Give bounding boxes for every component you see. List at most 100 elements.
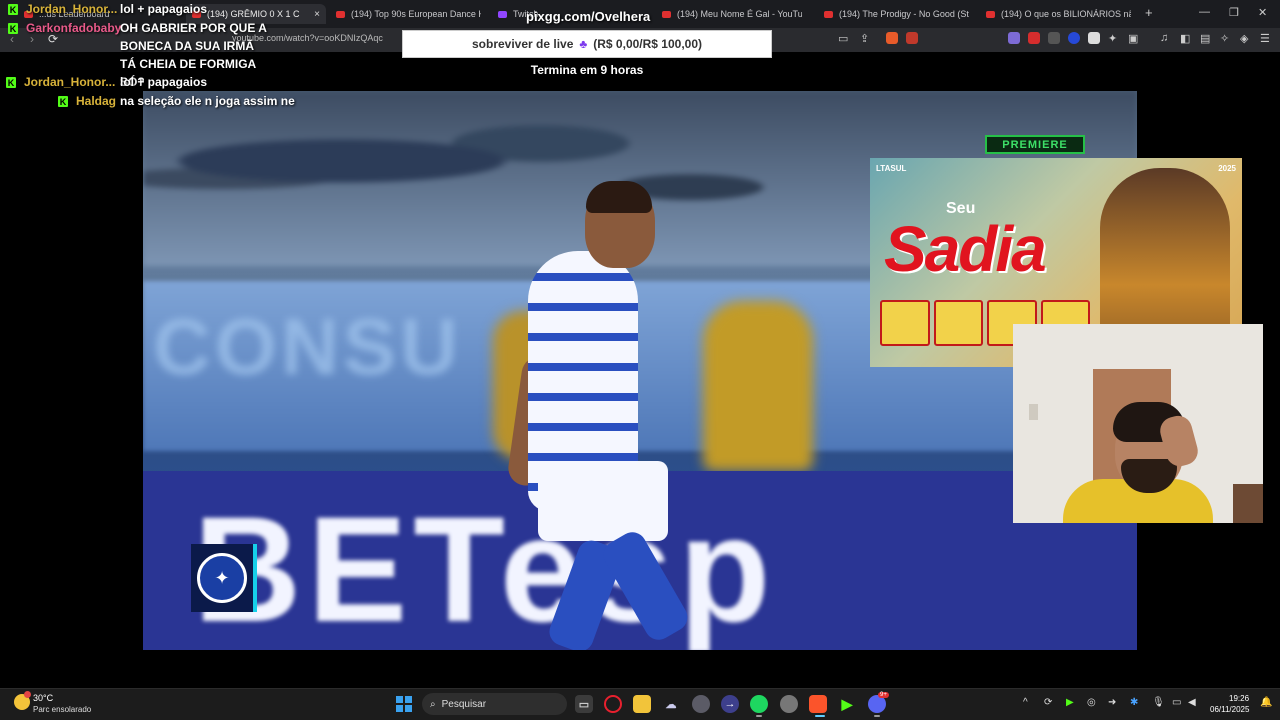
windows-start-icon[interactable] [396, 696, 412, 712]
chat-username: Garkonfadobaby [26, 21, 122, 35]
microphone-icon[interactable]: 🎙 [1152, 697, 1165, 708]
kick-icon[interactable]: ▶ [838, 695, 856, 713]
goal-ends-text: Termina em 9 horas [530, 63, 644, 77]
notification-dot [24, 691, 31, 698]
wallet-icon[interactable]: ▤ [1200, 32, 1210, 45]
weather-desc[interactable]: Parc ensolarado [33, 705, 91, 714]
donation-site: pixgg.com/Ovelhera [526, 9, 651, 24]
search-placeholder: Pesquisar [441, 698, 487, 710]
product-box [933, 300, 983, 346]
tray-app-icon[interactable]: ◎ [1087, 697, 1096, 708]
tab-label: (194) Top 90s European Dance Hits [351, 9, 481, 19]
app-icon[interactable] [692, 695, 710, 713]
extension-icon[interactable] [1048, 32, 1060, 44]
goal-label: sobreviver de live [472, 37, 574, 51]
flame-icon: ♣ [579, 37, 588, 51]
extensions-puzzle-icon[interactable]: ✦ [1108, 32, 1117, 45]
light-switch [1029, 404, 1038, 420]
desktop-screen: ...ds Leaderboard (194) GRÊMIO 0 X 1 CRU… [0, 0, 1280, 720]
ad-league: LTASUL [876, 164, 907, 173]
chat-message: na seleção ele n joga assim ne [120, 94, 295, 108]
chair [1233, 484, 1263, 523]
youtube-icon [662, 10, 671, 18]
tab-prodigy[interactable]: (194) The Prodigy - No Good (Start T [824, 4, 969, 24]
tab-label: (194) Meu Nome É Gal - YouTube [677, 9, 802, 19]
minimize-button[interactable]: — [1199, 6, 1210, 18]
opera-icon[interactable] [604, 695, 622, 713]
youtube-icon [336, 10, 345, 18]
tray-app-icon[interactable]: ➜ [1108, 697, 1116, 708]
brave-rewards-icon[interactable] [906, 32, 918, 44]
tab-bilionarios[interactable]: (194) O que os BILIONÁRIOS não te [986, 4, 1131, 24]
task-view-icon[interactable]: ▭ [575, 695, 593, 713]
leo-ai-icon[interactable]: ✧ [1220, 32, 1229, 45]
network-icon[interactable]: ▭ [1172, 697, 1181, 708]
weather-temp[interactable]: 30°C [33, 693, 53, 703]
new-tab-button[interactable]: + [1145, 5, 1153, 20]
app2-icon[interactable]: → [721, 695, 739, 713]
tab-label: (194) The Prodigy - No Good (Start T [839, 9, 969, 19]
bluetooth-icon[interactable]: ✱ [1130, 697, 1138, 708]
back-button[interactable]: ‹ [10, 32, 14, 46]
clock-date[interactable]: 06/11/2025 [1210, 705, 1249, 714]
chat-username: Haldag [76, 94, 117, 108]
youtube-icon [986, 10, 995, 18]
active-app-indicator [815, 715, 825, 717]
brave-shields-icon[interactable] [886, 32, 898, 44]
ad-board-text: CONSU [153, 302, 462, 391]
twitch-icon [498, 10, 507, 18]
webcam-feed [1013, 324, 1263, 523]
youtube-icon [824, 10, 833, 18]
taskbar-search[interactable]: ⌕ Pesquisar [422, 693, 567, 715]
restore-button[interactable]: ❐ [1229, 6, 1239, 19]
chat-message: lol + papagaios [120, 2, 208, 16]
app-indicator [756, 715, 762, 717]
app-indicator [874, 715, 880, 717]
steam-icon[interactable]: ☁ [662, 695, 680, 713]
chat-username: Jordan_Honor... [24, 75, 116, 89]
kick-tray-icon[interactable]: ▶ [1066, 697, 1074, 708]
screenshot-icon[interactable]: ▣ [1128, 32, 1138, 45]
share-icon[interactable]: ⇪ [860, 32, 869, 45]
tab-90s-dance[interactable]: (194) Top 90s European Dance Hits [336, 4, 481, 24]
brave-icon[interactable] [809, 695, 827, 713]
goal-amount: (R$ 0,00/R$ 100,00) [593, 37, 702, 51]
spotify-icon[interactable] [750, 695, 768, 713]
premiere-badge: PREMIERE [985, 135, 1085, 154]
search-icon: ⌕ [430, 698, 436, 710]
star-icon: ✦ [197, 553, 247, 603]
kick-badge-icon: K [8, 23, 18, 34]
close-window-button[interactable]: ✕ [1258, 6, 1267, 19]
kick-badge-icon: K [6, 77, 16, 88]
cruzeiro-crest: ✦ [191, 544, 257, 612]
vpn-icon[interactable]: ◈ [1240, 32, 1248, 45]
ad-year: 2025 [1218, 164, 1236, 173]
kick-badge-icon: K [58, 96, 68, 107]
kick-badge-icon: K [8, 4, 18, 15]
notifications-icon[interactable]: 🔔 [1260, 697, 1272, 708]
chat-username: Jordan_Honor... [26, 2, 118, 16]
chevron-up-icon[interactable]: ^ [1023, 697, 1028, 708]
file-explorer-icon[interactable] [633, 695, 651, 713]
clock-time[interactable]: 19:26 [1229, 694, 1249, 703]
sync-icon[interactable]: ⟳ [1044, 697, 1052, 708]
extension-icon[interactable] [1088, 32, 1100, 44]
media-icon[interactable]: ♫ [1160, 32, 1168, 44]
extension-icon[interactable] [1028, 32, 1040, 44]
chrome-icon[interactable] [780, 695, 798, 713]
player-shorts [538, 461, 668, 541]
tab-gal[interactable]: (194) Meu Nome É Gal - YouTube [662, 4, 802, 24]
tab-label: (194) O que os BILIONÁRIOS não te [1001, 9, 1131, 19]
extension-icon[interactable] [1008, 32, 1020, 44]
close-tab-icon[interactable]: × [314, 9, 320, 20]
led-board-text: BETesp [193, 485, 777, 650]
extension-icon[interactable] [1068, 32, 1080, 44]
sidebar-icon[interactable]: ◧ [1180, 32, 1190, 45]
product-box [880, 300, 930, 346]
install-app-icon[interactable]: ▭ [838, 32, 848, 45]
steward [703, 301, 813, 471]
menu-icon[interactable]: ☰ [1260, 32, 1270, 45]
donation-goal-box: sobreviver de live ♣ (R$ 0,00/R$ 100,00) [402, 30, 772, 58]
volume-icon[interactable]: ◀ [1188, 697, 1196, 708]
player-hair [586, 181, 652, 213]
